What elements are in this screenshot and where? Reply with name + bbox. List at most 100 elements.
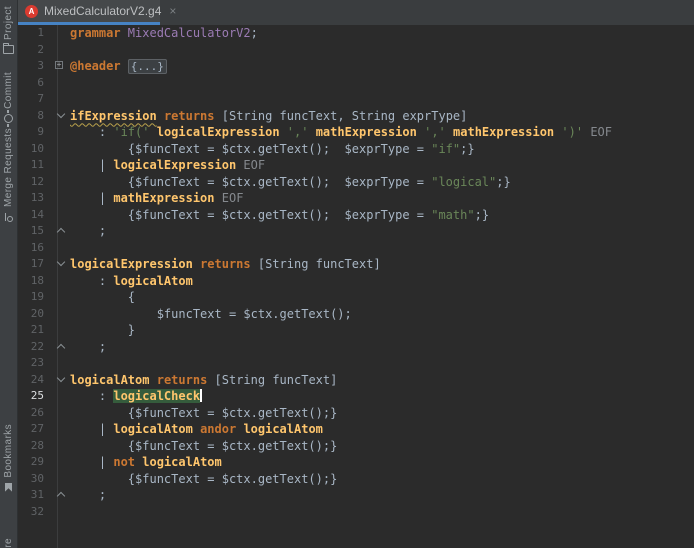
editor-tab-mixedcalculatorv2[interactable]: A MixedCalculatorV2.g4 ×: [18, 0, 160, 22]
token-plain: {$funcText = $ctx.getText();}: [70, 406, 337, 420]
token-plain: {$funcText = $ctx.getText();}: [70, 439, 337, 453]
merge-request-icon: [4, 212, 14, 222]
code-line[interactable]: 25 : logicalCheck: [18, 388, 694, 405]
token-plain: {$funcText = $ctx.getText();}: [70, 472, 337, 486]
token-gname: MixedCalculatorV2: [128, 26, 251, 40]
code-line[interactable]: 30 {$funcText = $ctx.getText();}: [18, 471, 694, 488]
fold-cell: [44, 306, 70, 323]
stripe-item-commit[interactable]: Commit: [0, 72, 17, 123]
code-editor[interactable]: 1grammar MixedCalculatorV2;23+@header {.…: [18, 25, 694, 548]
code-line[interactable]: 21 }: [18, 322, 694, 339]
token-kw: andor: [200, 422, 236, 436]
code-line[interactable]: 24logicalAtom returns [String funcText]: [18, 372, 694, 389]
code-line[interactable]: 27 | logicalAtom andor logicalAtom: [18, 421, 694, 438]
token-plain: :: [70, 389, 113, 403]
token-eof: EOF: [590, 125, 612, 139]
fold-start-icon[interactable]: [56, 111, 65, 120]
token-plain: ;: [70, 224, 106, 238]
token-plain: [417, 125, 424, 139]
code-line[interactable]: 18 : logicalAtom: [18, 273, 694, 290]
code-line[interactable]: 11 | logicalExpression EOF: [18, 157, 694, 174]
line-number: 27: [18, 421, 44, 438]
code-line[interactable]: 1grammar MixedCalculatorV2;: [18, 25, 694, 42]
code-line[interactable]: 19 {: [18, 289, 694, 306]
fold-cell: [44, 174, 70, 191]
token-ruledef: ifExpression: [70, 109, 157, 123]
fold-cell: [44, 454, 70, 471]
code-line[interactable]: 8ifExpression returns [String funcText, …: [18, 108, 694, 125]
fold-cell: [44, 42, 70, 59]
fold-cell: [44, 471, 70, 488]
fold-start-icon[interactable]: [56, 375, 65, 384]
token-kw: @header: [70, 59, 128, 73]
stripe-item-label: Project: [3, 6, 14, 40]
line-number: 30: [18, 471, 44, 488]
token-plain: |: [70, 191, 113, 205]
close-tab-icon[interactable]: ×: [169, 5, 176, 17]
fold-cell: [44, 438, 70, 455]
code-line[interactable]: 2: [18, 42, 694, 59]
token-plain: [String funcText]: [251, 257, 381, 271]
fold-end-icon[interactable]: [56, 342, 65, 351]
token-plain: [308, 125, 315, 139]
code-line[interactable]: 15 ;: [18, 223, 694, 240]
token-plain: [215, 191, 222, 205]
token-rule: mathExpression: [453, 125, 554, 139]
code-line[interactable]: 13 | mathExpression EOF: [18, 190, 694, 207]
stripe-item-structure[interactable]: Structure: [0, 538, 17, 548]
code-line[interactable]: 17logicalExpression returns [String func…: [18, 256, 694, 273]
token-plain: {: [70, 290, 135, 304]
fold-end-icon[interactable]: [56, 226, 65, 235]
fold-cell: [44, 322, 70, 339]
fold-start-icon[interactable]: [56, 259, 65, 268]
token-eof: EOF: [222, 191, 244, 205]
code-line[interactable]: 26 {$funcText = $ctx.getText();}: [18, 405, 694, 422]
token-rule: logicalAtom: [113, 274, 192, 288]
token-rule: logicalExpression: [113, 158, 236, 172]
fold-cell: [44, 240, 70, 257]
token-rule: logicalAtom: [142, 455, 221, 469]
line-number: 16: [18, 240, 44, 257]
stripe-item-bookmarks[interactable]: Bookmarks: [0, 424, 17, 492]
token-plain: :: [70, 125, 113, 139]
token-plain: |: [70, 422, 113, 436]
code-line[interactable]: 29 | not logicalAtom: [18, 454, 694, 471]
fold-cell: [44, 190, 70, 207]
stripe-item-project[interactable]: Project: [0, 6, 17, 54]
fold-collapsed-icon[interactable]: +: [55, 61, 63, 69]
code-line[interactable]: 7: [18, 91, 694, 108]
token-plain: [193, 422, 200, 436]
token-plain: [String funcText]: [207, 373, 337, 387]
code-line[interactable]: 31 ;: [18, 487, 694, 504]
token-ruledef: logicalExpression: [70, 257, 193, 271]
code-line[interactable]: 20 $funcText = $ctx.getText();: [18, 306, 694, 323]
fold-cell: [44, 504, 70, 521]
code-line[interactable]: 16: [18, 240, 694, 257]
stripe-item-merge-requests[interactable]: Merge Requests: [0, 128, 17, 222]
code-line[interactable]: 6: [18, 75, 694, 92]
fold-cell: [44, 273, 70, 290]
code-line[interactable]: 22 ;: [18, 339, 694, 356]
code-text: | logicalAtom andor logicalAtom: [70, 421, 323, 438]
line-number: 3: [18, 58, 44, 75]
fold-cell: [44, 108, 70, 125]
code-text: logicalExpression returns [String funcTe…: [70, 256, 381, 273]
code-line[interactable]: 10 {$funcText = $ctx.getText(); $exprTyp…: [18, 141, 694, 158]
code-line[interactable]: 23: [18, 355, 694, 372]
stripe-item-label: Structure: [3, 538, 14, 548]
token-str: ',': [287, 125, 309, 139]
code-line[interactable]: 9 : 'if(' logicalExpression ',' mathExpr…: [18, 124, 694, 141]
token-str: ',': [424, 125, 446, 139]
code-text: | logicalExpression EOF: [70, 157, 265, 174]
line-number: 1: [18, 25, 44, 42]
code-line[interactable]: 3+@header {...}: [18, 58, 694, 75]
code-line[interactable]: 32: [18, 504, 694, 521]
token-rule: logicalAtom: [113, 422, 192, 436]
fold-end-icon[interactable]: [56, 490, 65, 499]
code-line[interactable]: 14 {$funcText = $ctx.getText(); $exprTyp…: [18, 207, 694, 224]
code-line[interactable]: 12 {$funcText = $ctx.getText(); $exprTyp…: [18, 174, 694, 191]
fold-cell: [44, 405, 70, 422]
code-line[interactable]: 28 {$funcText = $ctx.getText();}: [18, 438, 694, 455]
token-rule: logicalAtom: [243, 422, 322, 436]
line-number: 6: [18, 75, 44, 92]
